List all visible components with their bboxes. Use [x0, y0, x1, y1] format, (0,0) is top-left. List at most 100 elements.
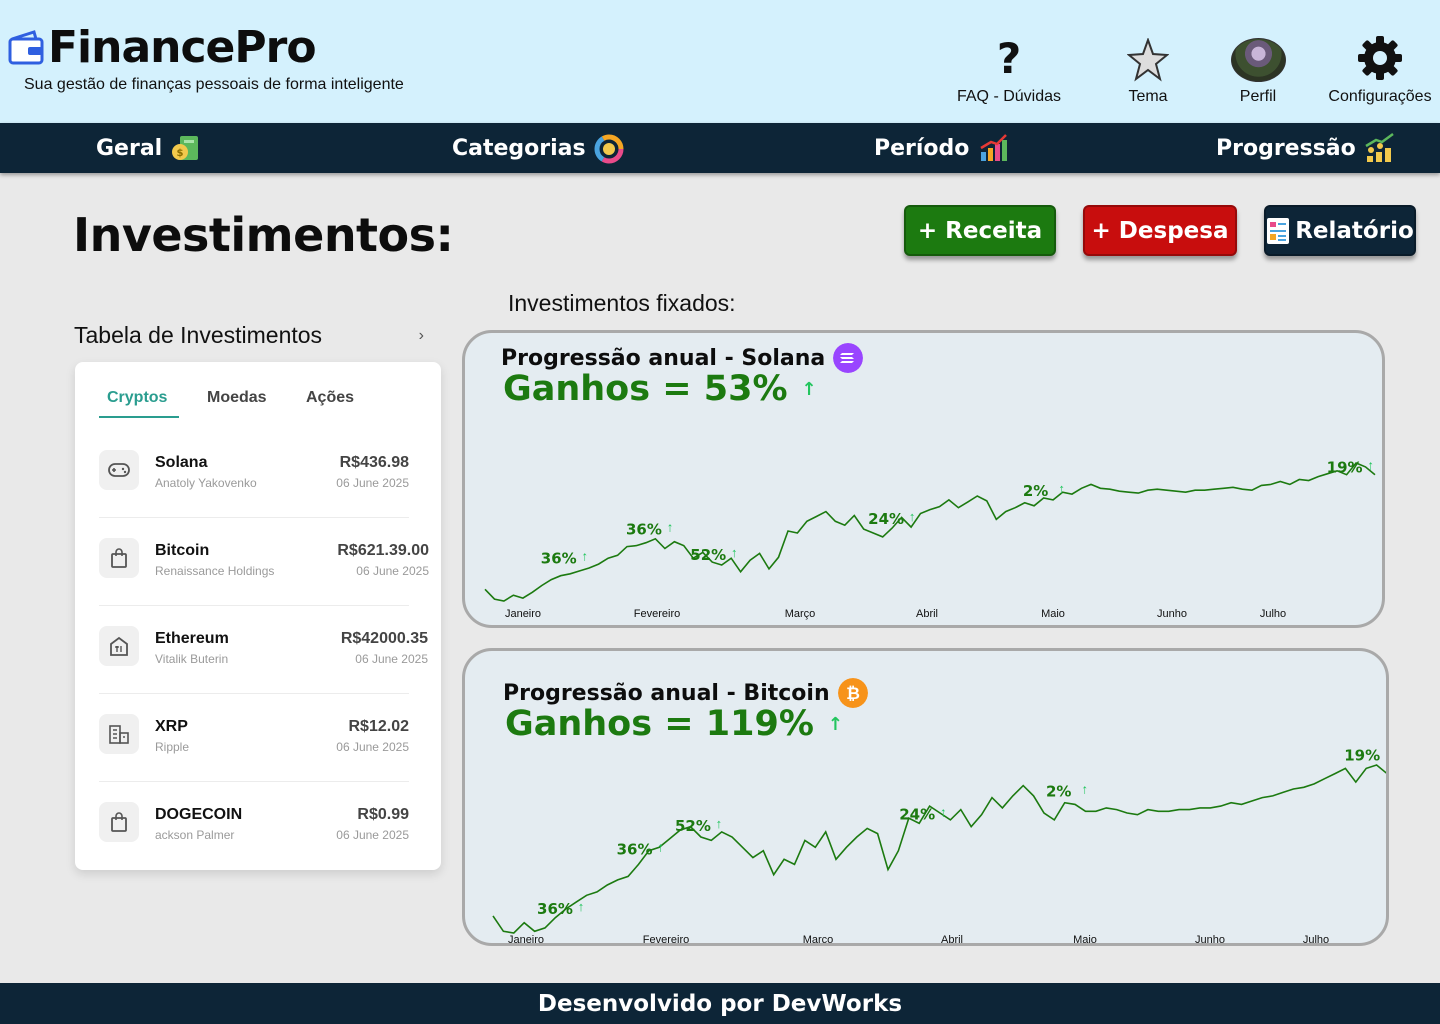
pinned-investments-label: Investimentos fixados: [508, 290, 736, 316]
item-date: 06 June 2025 [336, 828, 409, 842]
growth-coins-icon [1365, 132, 1394, 162]
add-despesa-button[interactable]: + Despesa [1083, 205, 1237, 256]
bar-chart-icon [980, 134, 1008, 161]
tab-moedas[interactable]: Moedas [207, 389, 267, 407]
item-subtitle: Ripple [155, 740, 190, 754]
profile-button[interactable]: Perfil [1223, 30, 1293, 106]
nav-label: Período [874, 135, 970, 161]
arrow-up-icon: ↑ [1385, 745, 1389, 760]
data-label: 36% [626, 521, 662, 539]
x-tick-label: Maio [1041, 608, 1065, 620]
shopping-bag-icon [99, 538, 139, 578]
chevron-right-icon: › [418, 326, 424, 344]
restaurant-icon [99, 626, 139, 666]
x-tick-label: Maio [1073, 934, 1097, 946]
logo[interactable]: FinancePro [8, 22, 317, 74]
wallet-icon [8, 30, 44, 65]
item-date: 06 June 2025 [355, 652, 428, 666]
nav-item-categorias[interactable]: Categorias [452, 123, 626, 173]
add-receita-button[interactable]: + Receita [904, 205, 1056, 256]
item-value: R$12.02 [348, 718, 410, 735]
faq-button[interactable]: ? FAQ - Dúvidas [955, 30, 1063, 106]
arrow-up-icon: ↑ [581, 549, 588, 564]
theme-button[interactable]: Tema [1108, 30, 1188, 106]
bitcoin-chart-card[interactable]: Progressão anual - Bitcoin ₿ Ganhos = 11… [462, 648, 1389, 946]
data-label: 24% [868, 510, 904, 528]
investments-table-title: Tabela de Investimentos [74, 322, 323, 348]
arrow-up-icon: ↑ [1367, 458, 1374, 473]
line-chart: Janeiro Fevereiro Março Abril Maio Junho Julho… [484, 458, 1376, 620]
money-icon: $ [172, 136, 199, 160]
list-item[interactable]: DOGECOIN ackson Palmer R$0.99 06 June 20… [99, 782, 409, 870]
data-label: 36% [537, 900, 573, 918]
x-tick-label: Fevereiro [634, 608, 680, 620]
data-label: 19% [1344, 746, 1380, 764]
x-tick-label: Julho [1260, 608, 1286, 620]
item-subtitle: Vitalik Buterin [155, 652, 229, 666]
arrow-up-icon: ↑ [667, 520, 674, 535]
avatar [1230, 38, 1286, 82]
relatorio-button[interactable]: Relatório [1264, 205, 1416, 256]
arrow-up-icon: ↑ [1058, 481, 1065, 496]
logo-text: FinancePro [48, 22, 317, 73]
x-tick-label: Junho [1157, 608, 1187, 620]
x-tick-label: Junho [1195, 934, 1225, 946]
header: FinancePro Sua gestão de finanças pessoa… [0, 0, 1440, 123]
footer: Desenvolvido por DevWorks [0, 983, 1440, 1024]
x-tick-label: Março [803, 934, 834, 946]
list-item[interactable]: Solana Anatoly Yakovenko R$436.98 06 Jun… [99, 430, 409, 518]
data-label: 2% [1046, 783, 1071, 801]
nav-label: Geral [96, 135, 163, 161]
settings-button[interactable]: Configurações [1322, 30, 1438, 106]
item-subtitle: ackson Palmer [155, 828, 235, 842]
list-item[interactable]: Ethereum Vitalik Buterin R$42000.35 06 J… [99, 606, 428, 694]
arrow-up-icon: ↑ [657, 839, 664, 854]
x-tick-label: Abril [941, 934, 963, 946]
item-date: 06 June 2025 [336, 476, 409, 490]
svg-text:$: $ [177, 148, 184, 159]
arrow-up-icon: ↑ [909, 509, 916, 524]
item-subtitle: Anatoly Yakovenko [155, 476, 257, 490]
data-label: 36% [541, 550, 577, 568]
item-value: R$436.98 [339, 454, 409, 471]
item-name: Solana [155, 454, 208, 471]
tab-cryptos[interactable]: Cryptos [107, 389, 167, 407]
data-label: 2% [1023, 482, 1048, 500]
item-value: R$621.39.00 [337, 542, 429, 559]
nav-item-geral[interactable]: Geral $ [96, 123, 202, 173]
settings-label: Configurações [1328, 88, 1432, 105]
investments-table-header[interactable]: Tabela de Investimentos › [74, 322, 424, 349]
line-chart: Janeiro Fevereiro Março Abril Maio Junho Julho… [492, 745, 1389, 946]
item-subtitle: Renaissance Holdings [155, 564, 275, 578]
arrow-up-icon: ↑ [578, 899, 585, 914]
data-label: 19% [1327, 459, 1363, 477]
nav-item-periodo[interactable]: Período [874, 123, 1009, 173]
item-date: 06 June 2025 [336, 740, 409, 754]
arrow-up-icon: ↑ [716, 816, 723, 831]
x-tick-label: Fevereiro [643, 934, 689, 946]
item-name: Bitcoin [155, 542, 210, 559]
tab-acoes[interactable]: Ações [306, 389, 354, 407]
gear-icon [1358, 36, 1402, 80]
nav-item-progressao[interactable]: Progressão [1216, 123, 1396, 173]
item-value: R$42000.35 [340, 630, 428, 647]
data-label: 36% [617, 840, 653, 858]
solana-chart-card[interactable]: Progressão anual - Solana Ganhos = 53% ↑… [462, 330, 1385, 628]
investments-card: Cryptos Moedas Ações Solana Anatoly Yako… [75, 362, 441, 870]
item-value: R$0.99 [357, 806, 409, 823]
list-item[interactable]: Bitcoin Renaissance Holdings R$621.39.00… [99, 518, 429, 606]
question-icon: ? [996, 34, 1022, 83]
list-item[interactable]: XRP Ripple R$12.02 06 June 2025 [99, 694, 409, 782]
item-name: DOGECOIN [155, 806, 243, 823]
active-tab-indicator [99, 416, 179, 418]
item-date: 06 June 2025 [356, 564, 429, 578]
main-nav: Geral $ Categorias Período Progressão [0, 123, 1440, 173]
x-tick-label: Julho [1303, 934, 1329, 946]
arrow-up-icon: ↑ [731, 545, 738, 560]
data-label: 52% [675, 817, 711, 835]
report-icon [1267, 217, 1290, 244]
star-icon [1127, 38, 1169, 82]
pie-chart-icon [594, 134, 624, 164]
x-tick-label: Janeiro [508, 934, 544, 946]
item-name: XRP [155, 718, 188, 735]
